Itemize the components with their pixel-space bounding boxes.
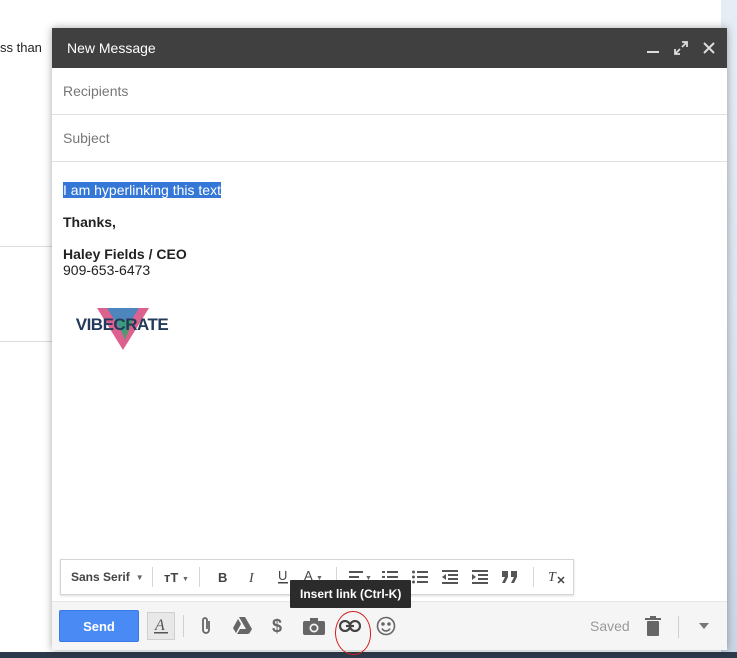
signature-name: Haley Fields / CEO (63, 246, 187, 262)
font-size-button[interactable]: ᴛT ▼ (161, 565, 191, 589)
indent-less-icon[interactable] (435, 565, 465, 589)
close-icon[interactable] (701, 40, 717, 56)
svg-text:B: B (218, 570, 227, 584)
compose-window: New Message Recipients Subject I am hype… (52, 28, 727, 655)
bold-icon[interactable]: B (208, 565, 238, 589)
divider (0, 341, 55, 342)
expand-icon[interactable] (673, 40, 689, 56)
drive-icon[interactable] (228, 612, 256, 640)
font-family-select[interactable]: Sans Serif ▼ (71, 570, 144, 584)
attach-icon[interactable] (192, 612, 220, 640)
minimize-icon[interactable] (645, 40, 661, 56)
svg-text:A: A (154, 617, 165, 634)
svg-text:VIBECRATE: VIBECRATE (76, 315, 169, 334)
annotation-circle (335, 611, 371, 655)
svg-text:$: $ (272, 616, 282, 636)
background-snippet: ss than (0, 40, 42, 55)
svg-text:ᴛT: ᴛT (164, 570, 178, 584)
message-body[interactable]: I am hyperlinking this text Thanks, Hale… (52, 162, 727, 356)
svg-text:T: T (548, 570, 557, 585)
chevron-down-icon[interactable] (692, 614, 716, 638)
remove-formatting-icon[interactable]: T (542, 565, 572, 589)
subject-placeholder: Subject (63, 130, 110, 146)
recipients-field[interactable]: Recipients (52, 68, 727, 115)
signature-phone: 909-653-6473 (63, 262, 151, 278)
divider (0, 246, 55, 247)
font-family-label: Sans Serif (71, 570, 130, 584)
taskbar (0, 652, 737, 658)
trash-icon[interactable] (643, 614, 663, 638)
italic-icon[interactable]: I (238, 565, 268, 589)
send-button[interactable]: Send (59, 610, 139, 642)
quote-icon[interactable] (495, 565, 525, 589)
format-text-icon[interactable]: A (147, 612, 175, 640)
compose-title: New Message (67, 40, 156, 56)
compose-titlebar[interactable]: New Message (52, 28, 727, 68)
dollar-icon[interactable]: $ (264, 612, 292, 640)
saved-status: Saved (590, 618, 630, 634)
insert-link-tooltip: Insert link (Ctrl-K) (290, 580, 412, 608)
emoji-icon[interactable] (372, 612, 400, 640)
camera-icon[interactable] (300, 612, 328, 640)
svg-text:▼: ▼ (182, 576, 188, 583)
selected-text[interactable]: I am hyperlinking this text (63, 182, 221, 198)
subject-field[interactable]: Subject (52, 115, 727, 162)
svg-text:U: U (278, 569, 287, 583)
closing-text: Thanks, (63, 214, 116, 230)
chevron-down-icon: ▼ (135, 572, 144, 582)
compose-toolbar: Send A $ Saved (52, 601, 727, 650)
vibecrate-logo: VIBECRATE (67, 300, 177, 356)
indent-more-icon[interactable] (465, 565, 495, 589)
svg-text:I: I (248, 571, 255, 584)
recipients-placeholder: Recipients (63, 83, 129, 99)
